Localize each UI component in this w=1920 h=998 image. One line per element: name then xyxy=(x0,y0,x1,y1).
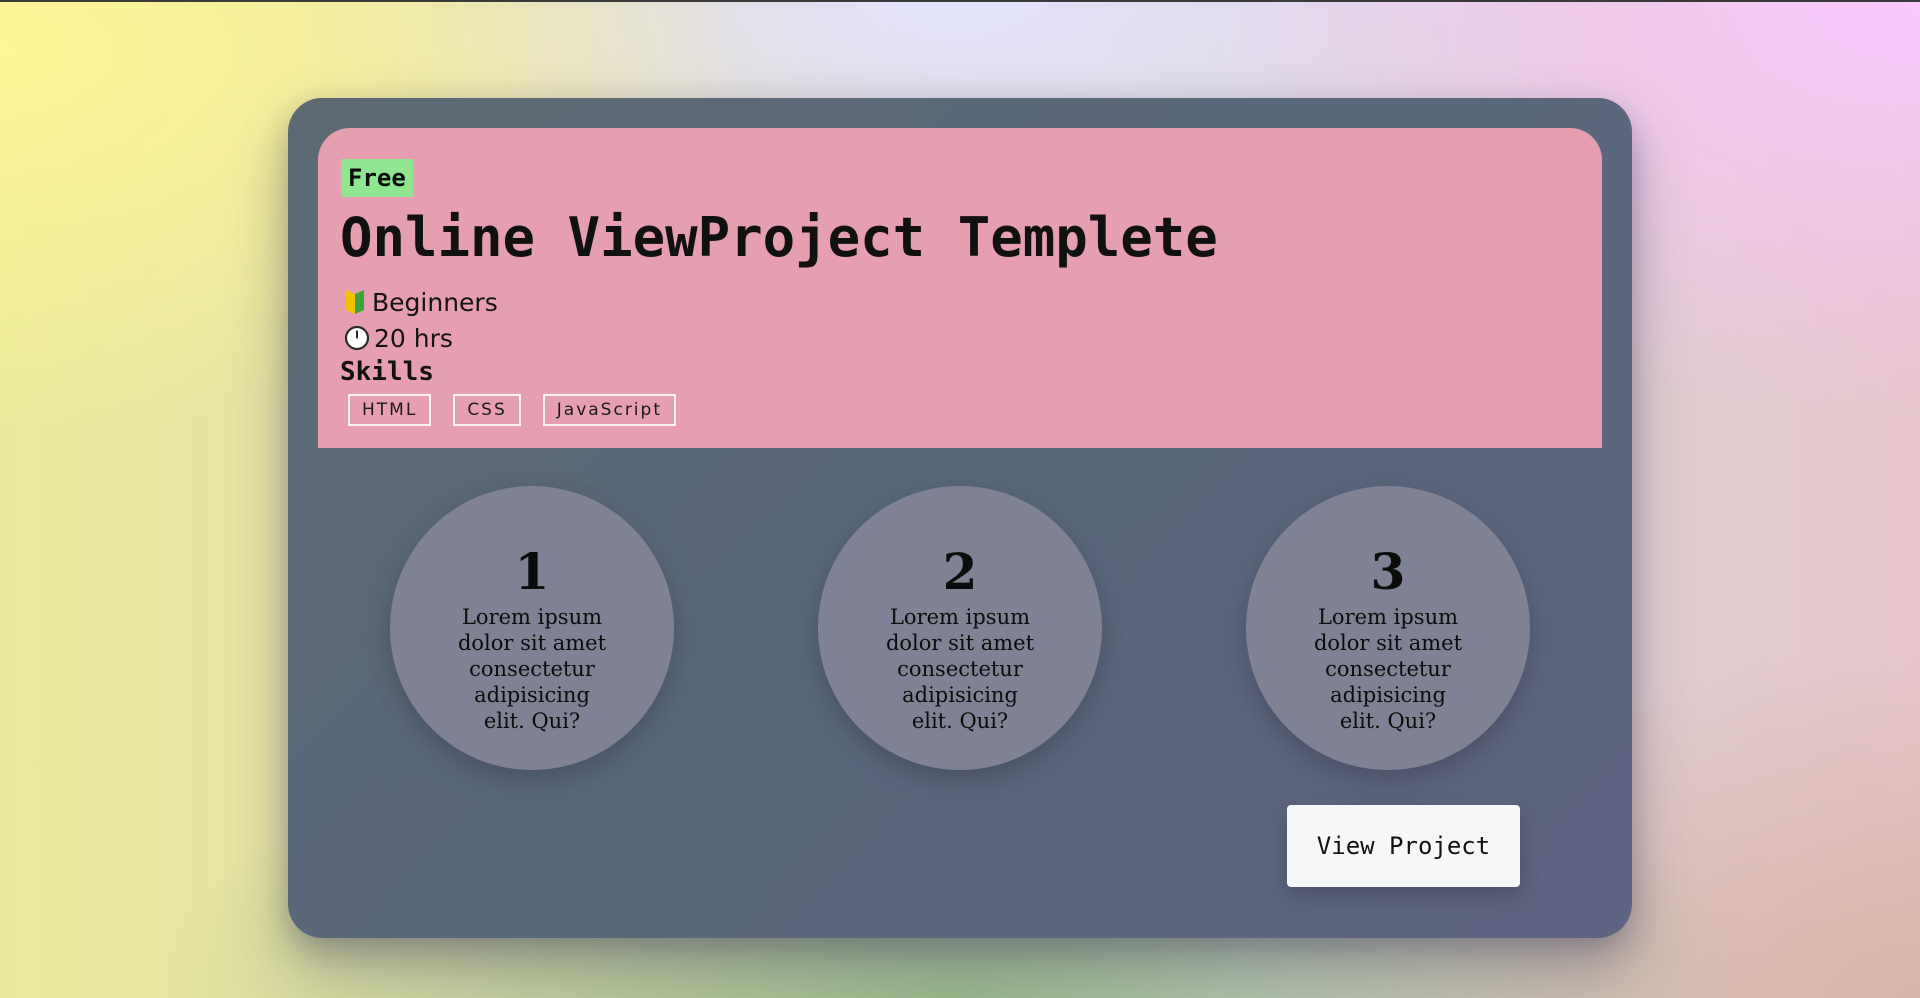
skill-tag-html: HTML xyxy=(348,394,432,426)
beginner-leaf-icon xyxy=(344,288,366,316)
skills-heading: Skills xyxy=(340,357,434,387)
step-description: Lorem ipsum dolor sit amet consectetur a… xyxy=(457,605,607,733)
skill-tag-css: CSS xyxy=(453,394,521,426)
project-card: Free Online ViewProject Templete Beginne… xyxy=(288,98,1632,938)
level-row: Beginners xyxy=(344,285,498,319)
step-circle-1: 1 Lorem ipsum dolor sit amet consectetur… xyxy=(390,486,674,770)
clock-icon xyxy=(344,325,370,351)
step-number: 2 xyxy=(942,542,978,601)
project-title: Online ViewProject Templete xyxy=(340,206,1218,269)
card-header: Free Online ViewProject Templete Beginne… xyxy=(318,128,1602,448)
step-circle-2: 2 Lorem ipsum dolor sit amet consectetur… xyxy=(818,486,1102,770)
top-border-line xyxy=(0,0,1920,2)
step-circle-3: 3 Lorem ipsum dolor sit amet consectetur… xyxy=(1246,486,1530,770)
duration-row: 20 hrs xyxy=(344,321,453,355)
step-description: Lorem ipsum dolor sit amet consectetur a… xyxy=(1313,605,1463,733)
price-badge: Free xyxy=(341,159,413,197)
skills-list: HTML CSS JavaScript xyxy=(348,394,676,426)
skill-tag-javascript: JavaScript xyxy=(542,394,676,426)
step-number: 1 xyxy=(514,542,550,601)
step-number: 3 xyxy=(1370,542,1406,601)
step-description: Lorem ipsum dolor sit amet consectetur a… xyxy=(885,605,1035,733)
level-label: Beginners xyxy=(372,287,498,317)
duration-label: 20 hrs xyxy=(374,323,453,353)
view-project-button[interactable]: View Project xyxy=(1287,805,1520,887)
